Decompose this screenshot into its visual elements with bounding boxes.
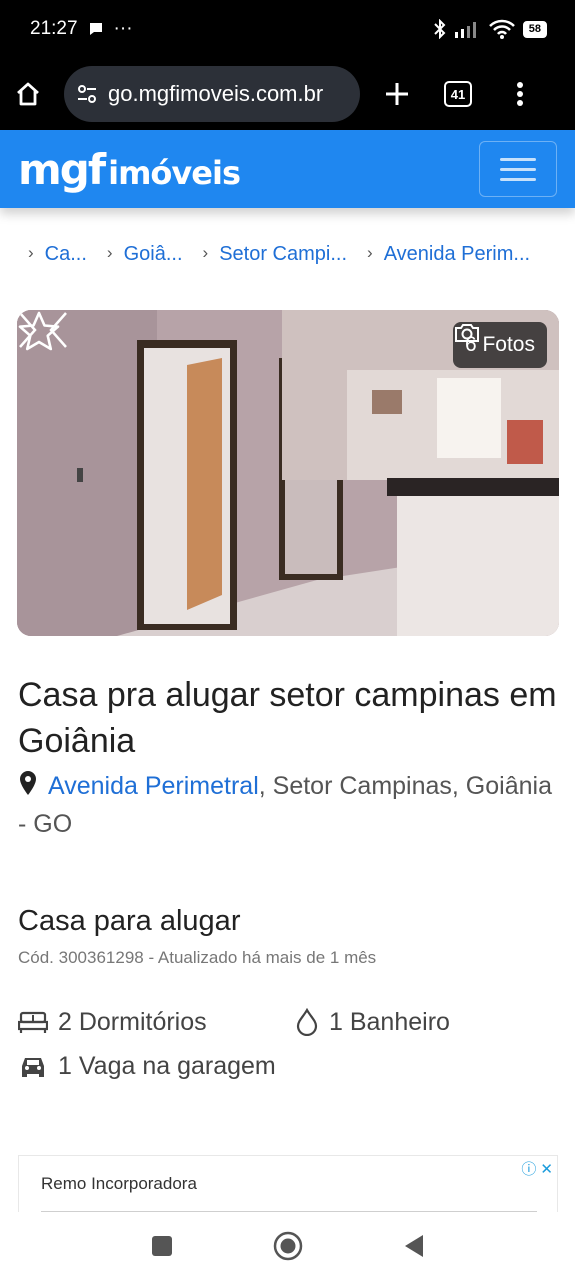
back-button-icon[interactable] [403, 1234, 425, 1258]
photo-gallery[interactable]: 6 Fotos [17, 310, 559, 636]
logo-main: mgf [18, 144, 106, 194]
location-pin-icon [18, 770, 38, 806]
breadcrumb-item[interactable]: Avenida Perim... [384, 243, 530, 266]
ad-title: Remo Incorporadora [41, 1174, 197, 1193]
camera-icon [454, 324, 479, 342]
street-link[interactable]: Avenida Perimetral [48, 772, 259, 800]
url-text: go.mgfimoveis.com.br [108, 81, 324, 106]
ad-close-icon[interactable]: ✕ [540, 1160, 553, 1178]
menu-line [500, 167, 536, 171]
feature-parking: 1 Vaga na garagem [18, 1052, 276, 1081]
breadcrumb-item[interactable]: Ca... [45, 243, 87, 266]
home-button-icon[interactable] [273, 1231, 303, 1261]
features-list: 2 Dormitórios 1 Banheiro 1 Vaga na garag… [18, 1004, 558, 1092]
parking-label: 1 Vaga na garagem [58, 1051, 276, 1080]
breadcrumb-item[interactable]: Goiâ... [124, 243, 183, 266]
listing-title: Casa pra alugar setor campinas em Goiâni… [18, 676, 557, 760]
previous-photo-icon[interactable] [47, 310, 69, 350]
site-header: mgf imóveis [0, 130, 575, 208]
menu-line [500, 157, 536, 161]
feature-bedrooms: 2 Dormitórios [18, 1008, 295, 1037]
next-photo-icon[interactable] [17, 310, 39, 350]
photo-count-badge[interactable]: 6 Fotos [452, 322, 547, 368]
bluetooth-icon [434, 19, 446, 39]
overflow-menu-icon[interactable] [516, 81, 524, 107]
ad-info-icon[interactable]: ⓘ [521, 1158, 536, 1179]
site-settings-icon[interactable] [76, 83, 98, 105]
car-icon [22, 1058, 44, 1077]
bathrooms-label: 1 Banheiro [329, 1007, 450, 1036]
bedrooms-label: 2 Dormitórios [58, 1007, 207, 1036]
listing-subtitle: Casa para alugar [18, 905, 241, 937]
menu-line [500, 177, 536, 181]
logo-sub: imóveis [108, 153, 241, 192]
system-navigation-bar [0, 1212, 575, 1280]
water-drop-icon [296, 1008, 318, 1036]
hamburger-menu-button[interactable] [479, 141, 557, 197]
bed-icon [18, 1011, 48, 1033]
status-bar: 21:27 ··· 58 [0, 0, 575, 58]
breadcrumb: › Ca... › Goiâ... › Setor Campi... › Ave… [28, 243, 568, 266]
feature-bathrooms: 1 Banheiro [295, 1008, 450, 1037]
clock: 21:27 [30, 18, 78, 39]
listing-code: Cód. 300361298 - Atualizado há mais de 1… [18, 948, 377, 967]
url-bar[interactable]: go.mgfimoveis.com.br [64, 66, 360, 122]
browser-toolbar: go.mgfimoveis.com.br 41 [0, 58, 575, 130]
listing-address: Avenida Perimetral, Setor Campinas, Goiâ… [18, 768, 558, 842]
breadcrumb-separator: › [202, 243, 209, 262]
more-notifications: ··· [113, 18, 133, 39]
advertisement-banner[interactable]: Remo Incorporadora ⓘ ✕ [18, 1155, 558, 1220]
recent-apps-icon[interactable] [151, 1235, 173, 1257]
battery-indicator: 58 [522, 20, 547, 38]
chat-notification-icon [89, 23, 102, 35]
breadcrumb-item[interactable]: Setor Campi... [219, 243, 347, 266]
tab-switcher-button[interactable]: 41 [444, 81, 472, 107]
breadcrumb-separator: › [367, 243, 373, 262]
wifi-icon [488, 19, 515, 39]
tab-count: 41 [450, 86, 466, 102]
signal-icon [454, 22, 476, 38]
site-logo[interactable]: mgf imóveis [18, 144, 241, 194]
new-tab-icon[interactable] [384, 81, 410, 107]
breadcrumb-separator: › [28, 243, 34, 262]
breadcrumb-separator: › [106, 243, 113, 262]
home-icon[interactable] [14, 80, 42, 108]
